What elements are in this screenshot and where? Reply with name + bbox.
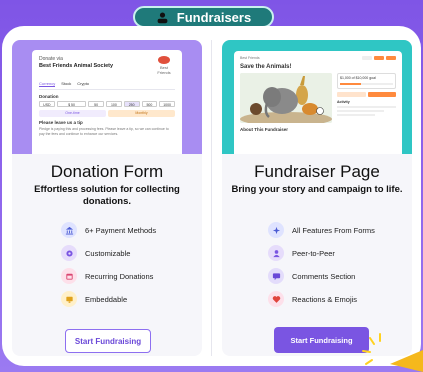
- one-time-option: One-time: [39, 110, 106, 117]
- currency-select: USD: [39, 101, 55, 107]
- fundraiser-page-title: Fundraiser Page: [254, 162, 380, 181]
- cursor-sparkle-icon: [362, 333, 423, 372]
- feature-label: Peer-to-Peer: [292, 248, 335, 258]
- feature-label: Reactions & Emojis: [292, 294, 358, 304]
- start-fundraising-button[interactable]: Start Fundraising: [65, 329, 151, 353]
- heart-icon: [268, 291, 284, 307]
- mock-raised: $1,000 of $10,000 goal: [337, 73, 396, 89]
- feature-label: Embeddable: [85, 294, 128, 304]
- feature-label: All Features From Forms: [292, 225, 375, 235]
- preset-amount: 250: [123, 101, 140, 107]
- gear-icon: [61, 245, 77, 261]
- donation-form-title: Donation Form: [50, 162, 164, 181]
- feature-label: Recurring Donations: [85, 271, 154, 281]
- fundraiser-page-subtitle: Bring your story and campaign to life.: [231, 184, 403, 195]
- start-fundraising-button[interactable]: Start Fundraising: [274, 327, 369, 353]
- fundraiser-page-preview: Best Friends Save the Animals! $1,000 of…: [222, 40, 412, 154]
- mock-org-label: Best Friends: [240, 56, 260, 60]
- mock-page-title: Save the Animals!: [240, 64, 292, 70]
- donation-form-subtitle: Effortless solution for collecting donat…: [34, 184, 180, 207]
- feature-label: Comments Section: [292, 271, 356, 281]
- org-logo: Best Friends: [153, 56, 175, 75]
- tab-stock: Stock: [61, 81, 72, 86]
- amount-input: $ 50: [56, 101, 87, 107]
- preset-amount: 50: [88, 101, 104, 107]
- mock-about: About This Fundraiser: [240, 127, 289, 132]
- embed-icon: [61, 291, 77, 307]
- animals-image: [240, 73, 332, 123]
- sparkle-icon: [268, 222, 284, 238]
- donation-form-mock: Donate via Best Friends Animal Society B…: [32, 50, 182, 154]
- card-divider: [211, 40, 212, 356]
- tip-text: Pledge is paying this and processing fee…: [39, 127, 169, 136]
- feature-item: Embeddable: [61, 291, 156, 307]
- monthly-option: Monthly: [108, 110, 175, 117]
- feature-label: Customizable: [85, 248, 131, 258]
- tip-label: Please leave us a tip: [39, 120, 83, 125]
- fundraiser-page-mock: Best Friends Save the Animals! $1,000 of…: [234, 51, 402, 154]
- fundraisers-header: Fundraisers: [133, 6, 274, 28]
- feature-item: All Features From Forms: [268, 222, 375, 238]
- header-title: Fundraisers: [176, 9, 252, 25]
- user-icon: [157, 11, 168, 23]
- feature-item: 6+ Payment Methods: [61, 222, 156, 238]
- org-name: Best Friends Animal Society: [39, 63, 114, 69]
- feature-item: Customizable: [61, 245, 156, 261]
- tab-currency: Currency: [39, 81, 56, 87]
- fundraiser-page-features: All Features From Forms Peer-to-Peer Com…: [268, 222, 375, 314]
- person-icon: [268, 245, 284, 261]
- tab-crypto: Crypto: [77, 81, 90, 86]
- fundraisers-section: Fundraisers Donate via Best Friends Anim…: [0, 0, 423, 372]
- chat-icon: [268, 268, 284, 284]
- bank-icon: [61, 222, 77, 238]
- calendar-icon: [61, 268, 77, 284]
- preset-amount: 1000: [159, 101, 175, 107]
- feature-item: Recurring Donations: [61, 268, 156, 284]
- donation-form-preview: Donate via Best Friends Animal Society B…: [12, 40, 202, 154]
- feature-item: Peer-to-Peer: [268, 245, 375, 261]
- donation-form-features: 6+ Payment Methods Customizable Recurrin…: [61, 222, 156, 314]
- feature-item: Reactions & Emojis: [268, 291, 375, 307]
- donate-via-text: Donate via: [39, 56, 63, 62]
- donation-tabs: Currency Stock Crypto: [39, 81, 175, 87]
- donation-label: Donation: [39, 94, 59, 99]
- feature-item: Comments Section: [268, 268, 375, 284]
- feature-label: 6+ Payment Methods: [85, 225, 157, 235]
- preset-amount: 500: [141, 101, 158, 107]
- mock-activity: Activity: [337, 100, 350, 104]
- preset-amount: 100: [106, 101, 122, 107]
